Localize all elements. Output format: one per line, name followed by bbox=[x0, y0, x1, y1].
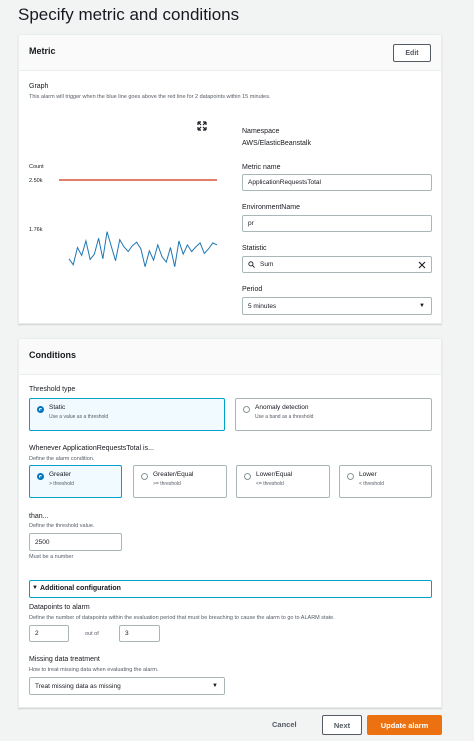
evaluation-input[interactable]: 3 bbox=[119, 625, 160, 642]
namespace-label: Namespace bbox=[242, 128, 280, 135]
lower-equal-sub: <= threshold bbox=[256, 481, 284, 487]
statistic-input[interactable]: Sum bbox=[242, 256, 432, 273]
greater-sub: > threshold bbox=[49, 481, 74, 487]
threshold-input[interactable]: 2500 bbox=[29, 533, 122, 551]
metric-panel-header: Metric Edit bbox=[19, 35, 441, 71]
y-axis-label: Count bbox=[29, 164, 44, 170]
additional-config-toggle[interactable]: ▼ Additional configuration bbox=[29, 580, 432, 598]
cancel-button[interactable]: Cancel bbox=[272, 720, 297, 729]
greater-equal-sub: >= threshold bbox=[153, 481, 181, 487]
static-sub: Use a value as a threshold bbox=[49, 414, 109, 420]
missing-sub: How to treat missing data when evaluatin… bbox=[29, 667, 159, 673]
conditions-header: Conditions bbox=[29, 350, 76, 360]
out-of-label: out of bbox=[85, 631, 99, 637]
search-icon-svg bbox=[248, 261, 255, 268]
anomaly-title: Anomaly detection bbox=[255, 404, 309, 411]
whenever-sub: Define the alarm condition. bbox=[29, 456, 95, 462]
greater-equal-title: Greater/Equal bbox=[153, 471, 194, 478]
caret-down-icon: ▼ bbox=[419, 303, 425, 309]
period-value: 5 minutes bbox=[248, 302, 277, 310]
lower-option[interactable]: Lower < threshold bbox=[339, 465, 432, 498]
period-select[interactable]: 5 minutes ▼ bbox=[242, 297, 432, 315]
greater-radio[interactable] bbox=[37, 473, 44, 480]
conditions-panel: Conditions Threshold type Static Use a v… bbox=[18, 338, 442, 708]
whenever-label: Whenever ApplicationRequestsTotal is... bbox=[29, 445, 154, 452]
clear-icon[interactable] bbox=[418, 261, 426, 269]
anomaly-sub: Use a band as a threshold bbox=[255, 414, 314, 420]
metric-name-input[interactable]: ApplicationRequestsTotal bbox=[242, 174, 432, 191]
greater-equal-option[interactable]: Greater/Equal >= threshold bbox=[133, 465, 227, 498]
environment-label: EnvironmentName bbox=[242, 204, 300, 211]
greater-equal-radio[interactable] bbox=[141, 473, 148, 480]
edit-button[interactable]: Edit bbox=[393, 44, 431, 62]
must-be-number: Must be a number bbox=[29, 554, 74, 560]
graph-description: This alarm will trigger when the blue li… bbox=[29, 94, 271, 100]
lower-title: Lower bbox=[359, 471, 377, 478]
datapoints-value: 2 bbox=[35, 630, 39, 637]
static-radio[interactable] bbox=[37, 406, 44, 413]
than-sub: Define the threshold value. bbox=[29, 523, 95, 529]
namespace-value: AWS/ElasticBeanstalk bbox=[242, 140, 311, 147]
search-icon bbox=[248, 261, 255, 268]
conditions-panel-header: Conditions bbox=[19, 339, 441, 375]
caret-down-icon: ▼ bbox=[32, 585, 38, 591]
anomaly-option[interactable]: Anomaly detection Use a band as a thresh… bbox=[235, 398, 432, 431]
metric-chart: Count2.50k1.76k1.02k22:0023:0000:00Appli… bbox=[29, 164, 217, 267]
statistic-value: Sum bbox=[260, 261, 274, 268]
graph-label: Graph bbox=[29, 83, 49, 90]
environment-input[interactable]: pr bbox=[242, 215, 432, 232]
missing-label: Missing data treatment bbox=[29, 656, 100, 663]
static-option[interactable]: Static Use a value as a threshold bbox=[29, 398, 225, 431]
lower-sub: < threshold bbox=[359, 481, 384, 487]
static-title: Static bbox=[49, 404, 66, 411]
metric-name-label: Metric name bbox=[242, 164, 281, 171]
series-line bbox=[68, 231, 217, 267]
lower-equal-option[interactable]: Lower/Equal <= threshold bbox=[236, 465, 330, 498]
clear-icon-svg bbox=[418, 261, 426, 269]
metric-header: Metric bbox=[29, 46, 56, 56]
metric-panel: Metric Edit Graph This alarm will trigge… bbox=[18, 34, 442, 324]
environment-value: pr bbox=[248, 220, 254, 227]
greater-option[interactable]: Greater > threshold bbox=[29, 465, 122, 498]
greater-title: Greater bbox=[49, 471, 72, 478]
statistic-label: Statistic bbox=[242, 245, 267, 252]
missing-select[interactable]: Treat missing data as missing ▼ bbox=[29, 677, 225, 695]
threshold-type-label: Threshold type bbox=[29, 386, 76, 393]
caret-down-icon: ▼ bbox=[212, 683, 218, 689]
period-label: Period bbox=[242, 286, 263, 293]
datapoints-sub: Define the number of datapoints within t… bbox=[29, 615, 335, 621]
datapoints-label: Datapoints to alarm bbox=[29, 604, 90, 611]
evaluation-value: 3 bbox=[125, 630, 129, 637]
additional-config-label: Additional configuration bbox=[40, 585, 121, 592]
anomaly-radio[interactable] bbox=[243, 406, 250, 413]
lower-equal-title: Lower/Equal bbox=[256, 471, 293, 478]
lower-equal-radio[interactable] bbox=[244, 473, 251, 480]
datapoints-input[interactable]: 2 bbox=[29, 625, 69, 642]
page-title: Specify metric and conditions bbox=[18, 5, 240, 24]
than-label: than... bbox=[29, 513, 49, 520]
y-tick-label: 1.76k bbox=[29, 227, 43, 233]
metric-name-value: ApplicationRequestsTotal bbox=[248, 179, 321, 186]
y-tick-label: 2.50k bbox=[29, 178, 43, 184]
missing-value: Treat missing data as missing bbox=[35, 682, 121, 690]
lower-radio[interactable] bbox=[347, 473, 354, 480]
update-alarm-button[interactable]: Update alarm bbox=[367, 715, 442, 735]
next-button[interactable]: Next bbox=[322, 715, 362, 735]
threshold-value: 2500 bbox=[35, 538, 50, 546]
